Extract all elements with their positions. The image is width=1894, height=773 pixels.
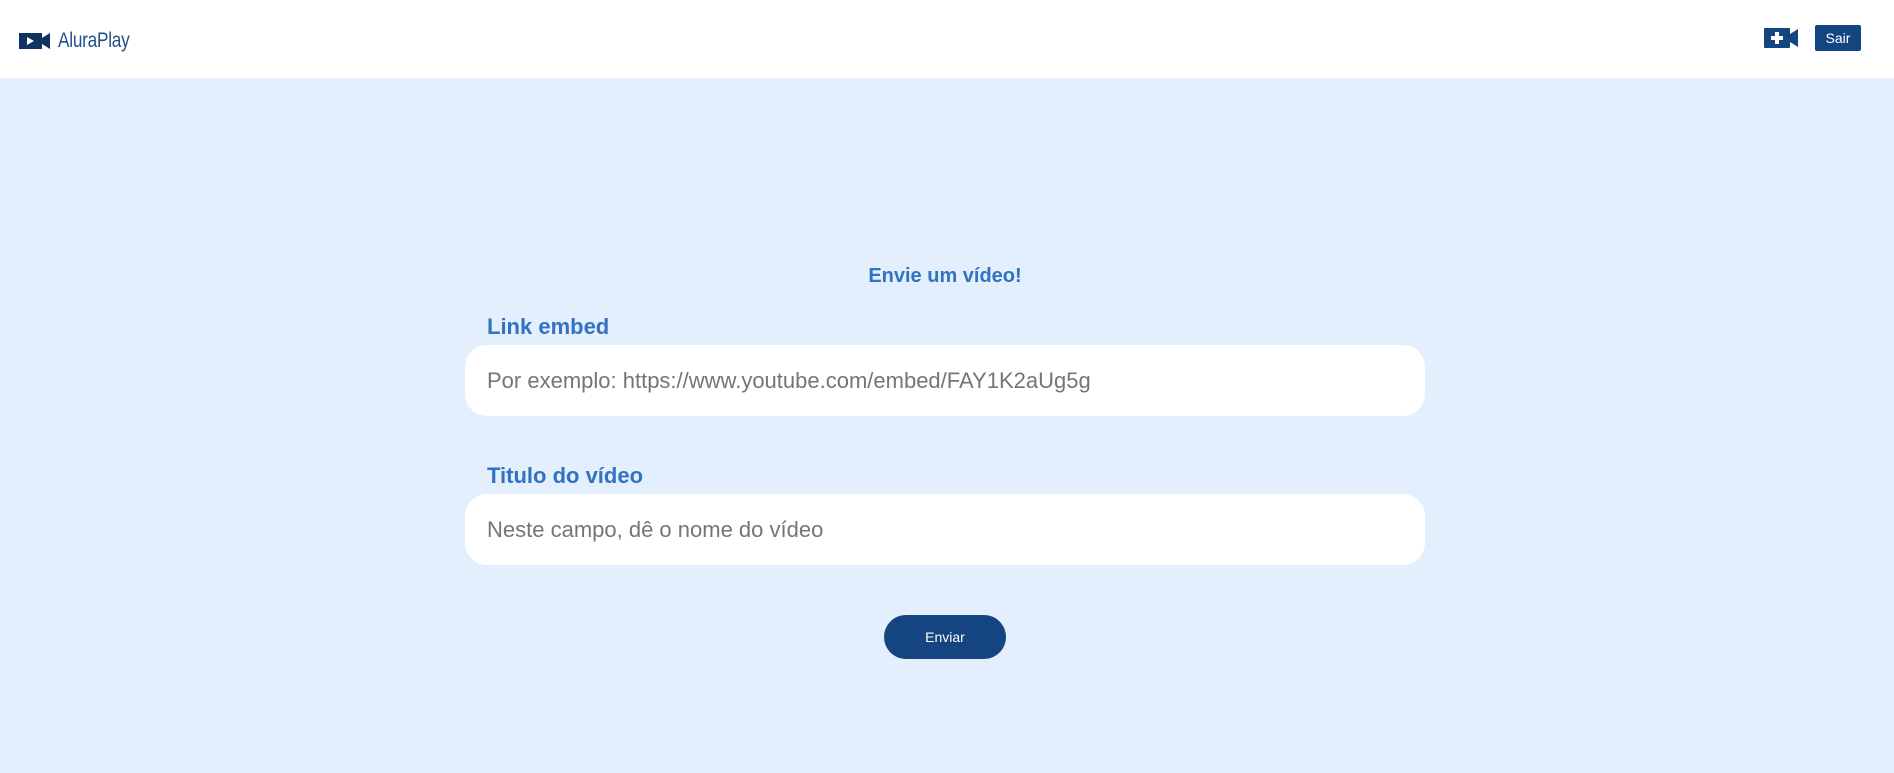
- video-title-label: Titulo do vídeo: [487, 463, 644, 488]
- page-title: Envie um vídeo!: [868, 265, 1022, 287]
- link-embed-input[interactable]: [465, 345, 1425, 416]
- play-camera-icon: [19, 30, 51, 52]
- video-title-input[interactable]: [465, 494, 1425, 565]
- logout-button[interactable]: Sair: [1815, 25, 1861, 51]
- link-embed-label: Link embed: [487, 314, 610, 339]
- aluraplay-logo[interactable]: AluraPlay: [19, 28, 145, 54]
- logo-text: AluraPlay: [58, 29, 130, 52]
- add-video-camera-icon: [1764, 28, 1798, 53]
- add-video-button[interactable]: [1764, 27, 1798, 49]
- top-header: AluraPlay Sair: [0, 0, 1894, 78]
- submit-button[interactable]: Enviar: [884, 615, 1006, 659]
